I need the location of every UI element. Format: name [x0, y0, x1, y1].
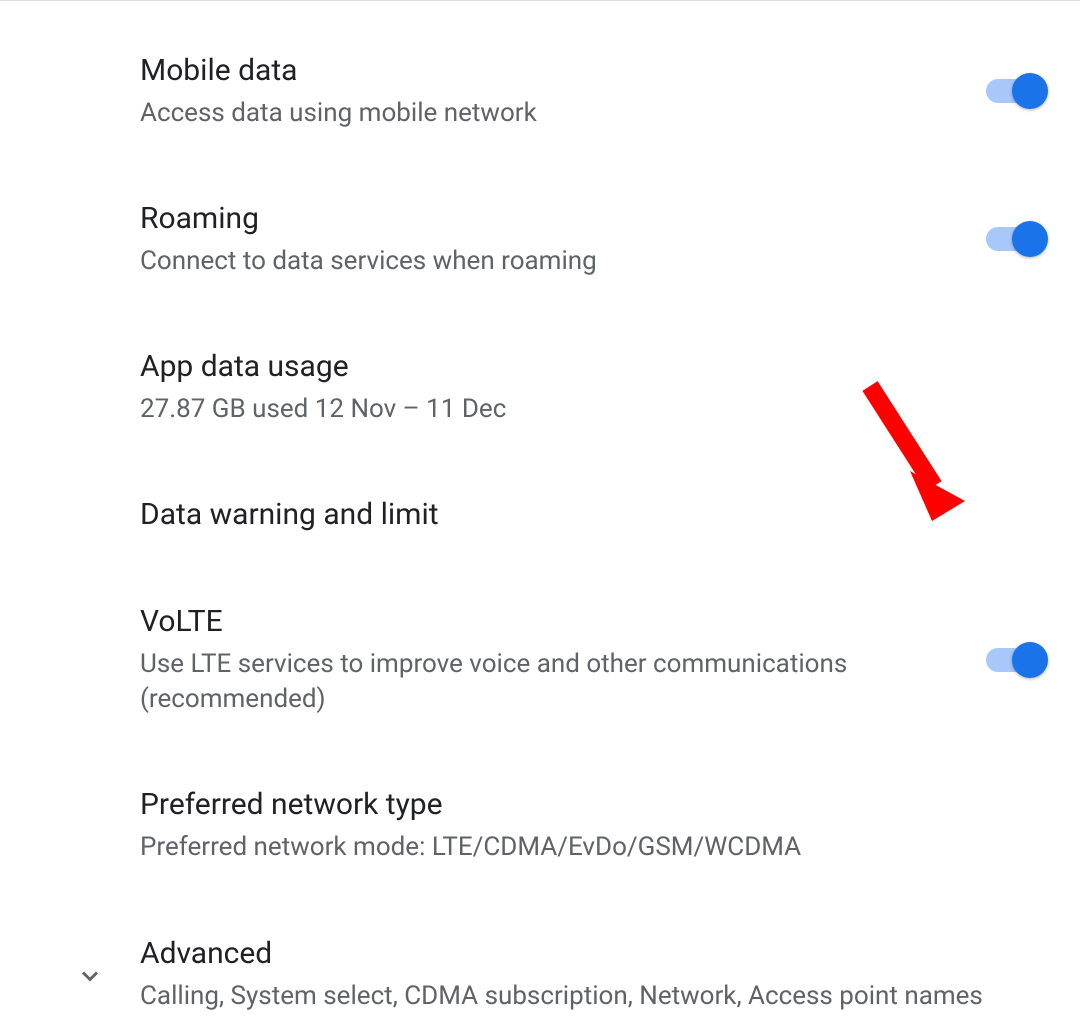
settings-list: Mobile data Access data using mobile net… — [0, 1, 1080, 1034]
toggle-roaming[interactable] — [986, 227, 1042, 251]
setting-subtitle: Connect to data services when roaming — [140, 244, 946, 279]
setting-text: Mobile data Access data using mobile net… — [140, 51, 986, 131]
setting-text: App data usage 27.87 GB used 12 Nov – 11… — [140, 347, 1042, 427]
setting-advanced[interactable]: Advanced Calling, System select, CDMA su… — [40, 914, 1042, 1034]
setting-preferred-network-type[interactable]: Preferred network type Preferred network… — [140, 765, 1042, 885]
setting-mobile-data[interactable]: Mobile data Access data using mobile net… — [140, 31, 1042, 151]
setting-title: Preferred network type — [140, 785, 1002, 824]
setting-title: Roaming — [140, 199, 946, 238]
toggle-thumb — [1012, 73, 1048, 109]
setting-title: Advanced — [140, 934, 1002, 973]
toggle-thumb — [1012, 221, 1048, 257]
setting-subtitle: Calling, System select, CDMA subscriptio… — [140, 979, 1002, 1014]
setting-title: Data warning and limit — [140, 495, 1002, 534]
setting-app-data-usage[interactable]: App data usage 27.87 GB used 12 Nov – 11… — [140, 327, 1042, 447]
setting-volte[interactable]: VoLTE Use LTE services to improve voice … — [140, 582, 1042, 737]
toggle-volte[interactable] — [986, 648, 1042, 672]
setting-roaming[interactable]: Roaming Connect to data services when ro… — [140, 179, 1042, 299]
setting-subtitle: 27.87 GB used 12 Nov – 11 Dec — [140, 392, 1002, 427]
setting-data-warning-limit[interactable]: Data warning and limit — [140, 475, 1042, 554]
setting-subtitle: Preferred network mode: LTE/CDMA/EvDo/GS… — [140, 830, 1002, 865]
setting-text: Data warning and limit — [140, 495, 1042, 534]
setting-text: Advanced Calling, System select, CDMA su… — [140, 934, 1042, 1014]
setting-title: VoLTE — [140, 602, 946, 641]
chevron-down-icon — [40, 958, 140, 990]
toggle-mobile-data[interactable] — [986, 79, 1042, 103]
setting-title: App data usage — [140, 347, 1002, 386]
toggle-thumb — [1012, 642, 1048, 678]
setting-text: VoLTE Use LTE services to improve voice … — [140, 602, 986, 717]
setting-subtitle: Use LTE services to improve voice and ot… — [140, 647, 946, 717]
setting-text: Preferred network type Preferred network… — [140, 785, 1042, 865]
setting-text: Roaming Connect to data services when ro… — [140, 199, 986, 279]
setting-title: Mobile data — [140, 51, 946, 90]
setting-subtitle: Access data using mobile network — [140, 96, 946, 131]
